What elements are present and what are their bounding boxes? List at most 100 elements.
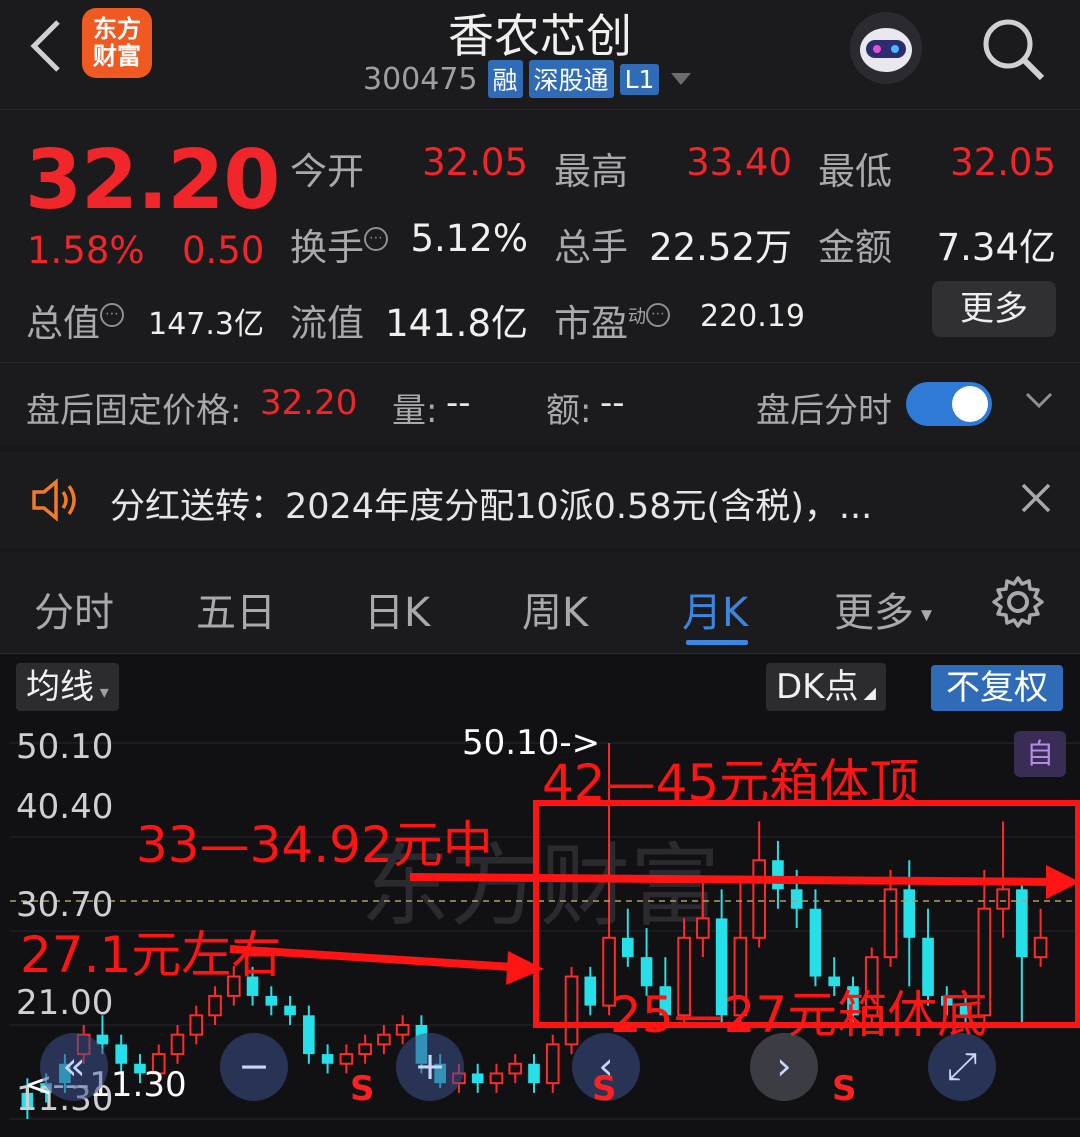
pe-value: 220.19 xyxy=(700,299,805,334)
high-label: 最高 xyxy=(554,150,628,193)
tab-more[interactable]: 更多 ▾ xyxy=(834,580,932,638)
tab-daily-k[interactable]: 日K xyxy=(364,580,430,638)
mid-arrow-head xyxy=(1046,865,1080,899)
candle-body xyxy=(265,995,278,1006)
candle-body xyxy=(883,888,898,959)
candle-body xyxy=(772,860,784,890)
amount-value: 7.34亿 xyxy=(936,226,1056,269)
after-timeshare-label: 盘后分时 xyxy=(756,391,892,431)
after-amount-value: -- xyxy=(600,383,625,423)
candle-body xyxy=(903,889,916,938)
after-hours-price: 32.20 xyxy=(260,383,358,423)
chevron-down-icon[interactable] xyxy=(1024,385,1054,415)
close-icon[interactable] xyxy=(1020,482,1052,514)
after-hours-label: 盘后固定价格: xyxy=(26,391,242,431)
open-label: 今开 xyxy=(290,150,364,193)
info-icon: ⋯ xyxy=(646,303,670,327)
sell-signal: S xyxy=(832,1069,857,1109)
dk-point-selector[interactable]: DK点 ◢ xyxy=(766,663,886,711)
candle-body xyxy=(545,1043,560,1085)
mid-arrow-line xyxy=(409,873,1061,886)
scroll-right-icon[interactable]: › xyxy=(750,1033,818,1101)
tab-timeshare[interactable]: 分时 xyxy=(34,580,114,638)
candle-body xyxy=(1033,936,1048,959)
annotation-box-top: 42—45元箱体顶 xyxy=(542,754,920,812)
robot-avatar-icon[interactable] xyxy=(846,8,926,88)
stock-code: 300475 xyxy=(363,61,478,97)
custom-indicator-button[interactable]: 自 xyxy=(1014,731,1066,777)
after-volume-value: -- xyxy=(446,383,471,423)
tab-five-day[interactable]: 五日 xyxy=(196,580,276,638)
period-tabs: 分时 五日 日K 周K 月K 更多 ▾ xyxy=(0,552,1080,654)
candle-body xyxy=(284,1005,296,1016)
low-label: 最低 xyxy=(818,150,892,193)
ma-selector[interactable]: 均线 ▾ xyxy=(16,663,119,711)
candle-body xyxy=(339,1053,354,1065)
total-cap-label[interactable]: 总值 ⋯ xyxy=(26,293,124,347)
candle-body xyxy=(564,975,579,1046)
candle-body xyxy=(809,908,822,977)
candle-body xyxy=(395,1024,410,1036)
candle-body xyxy=(622,937,634,958)
turnover-value: 5.12% xyxy=(410,217,528,260)
volume-value: 22.52万 xyxy=(649,226,792,269)
stock-subline[interactable]: 300475 融 深股通 L1 xyxy=(363,60,692,98)
candle-body xyxy=(790,889,803,909)
toggle-knob xyxy=(952,386,988,422)
candle-body xyxy=(115,1044,128,1064)
info-icon: ⋯ xyxy=(100,303,124,327)
candle-body xyxy=(696,917,710,939)
candle-body xyxy=(471,1073,484,1084)
candle-body xyxy=(528,1063,540,1084)
candle-body xyxy=(752,859,766,939)
candle-body xyxy=(358,1043,372,1056)
amount-label: 金额 xyxy=(818,226,892,269)
scroll-left-fast-icon[interactable]: « xyxy=(40,1033,108,1101)
candle-body xyxy=(170,1033,185,1056)
kline-chart[interactable]: 均线 ▾ DK点 ◢ 不复权 东方财富 50.10 40.40 30.70 21… xyxy=(0,655,1080,1137)
total-cap-value: 147.3亿 xyxy=(148,307,264,342)
notice-text: 分红送转：2024年度分配10派0.58元(含税)，... xyxy=(110,487,873,527)
top-bar: 东方 财富 香农芯创 300475 融 深股通 L1 xyxy=(0,0,1080,110)
turnover-label[interactable]: 换手 ⋯ xyxy=(290,217,388,271)
candle-body xyxy=(303,1015,315,1055)
zoom-in-icon[interactable]: + xyxy=(396,1033,464,1101)
float-cap-label: 流值 xyxy=(290,302,364,345)
y-tick: 50.10 xyxy=(16,727,114,767)
fullscreen-icon[interactable]: ⤢ xyxy=(928,1033,996,1101)
high-value: 33.40 xyxy=(686,141,792,184)
active-tab-indicator xyxy=(686,640,748,645)
after-hours-bar: 盘后固定价格: 32.20 量: -- 额: -- 盘后分时 xyxy=(0,362,1080,446)
candle-body xyxy=(208,994,222,1017)
tag-connect: 深股通 xyxy=(528,60,614,98)
candle-body xyxy=(508,1062,523,1075)
candle-body xyxy=(377,1033,391,1046)
open-value: 32.05 xyxy=(422,141,528,184)
tag-margin: 融 xyxy=(487,60,523,98)
gear-icon[interactable] xyxy=(990,574,1046,630)
candle-body xyxy=(321,1054,334,1064)
candle-body xyxy=(996,888,1010,910)
tab-weekly-k[interactable]: 周K xyxy=(522,580,588,638)
candle-body xyxy=(189,1014,204,1036)
pe-label[interactable]: 市盈动 ⋯ xyxy=(554,293,670,347)
float-cap-value: 141.8亿 xyxy=(385,302,528,345)
tag-level: L1 xyxy=(619,63,660,95)
sell-signal: S xyxy=(592,1069,617,1109)
speaker-icon xyxy=(32,478,76,522)
adjust-button[interactable]: 不复权 xyxy=(931,665,1063,711)
more-button[interactable]: 更多 xyxy=(932,281,1056,337)
annotation-support: 27.1元左右 xyxy=(20,926,282,984)
quote-panel: 32.20 1.58% 0.50 今开 32.05 最高 33.40 最低 32… xyxy=(0,111,1080,361)
annotation-box-mid: 33—34.92元中 xyxy=(136,816,493,874)
candle-body xyxy=(1016,889,1028,958)
sell-signal: S xyxy=(350,1069,375,1109)
tab-monthly-k[interactable]: 月K xyxy=(682,580,748,638)
dividend-notice[interactable]: 分红送转：2024年度分配10派0.58元(含税)，... xyxy=(0,452,1080,548)
info-icon: ⋯ xyxy=(364,227,388,251)
after-amount-label: 额: xyxy=(546,391,592,431)
zoom-out-icon[interactable]: − xyxy=(220,1033,288,1101)
after-hours-toggle[interactable] xyxy=(906,382,992,426)
low-value: 32.05 xyxy=(950,141,1056,184)
search-icon[interactable] xyxy=(976,12,1048,84)
